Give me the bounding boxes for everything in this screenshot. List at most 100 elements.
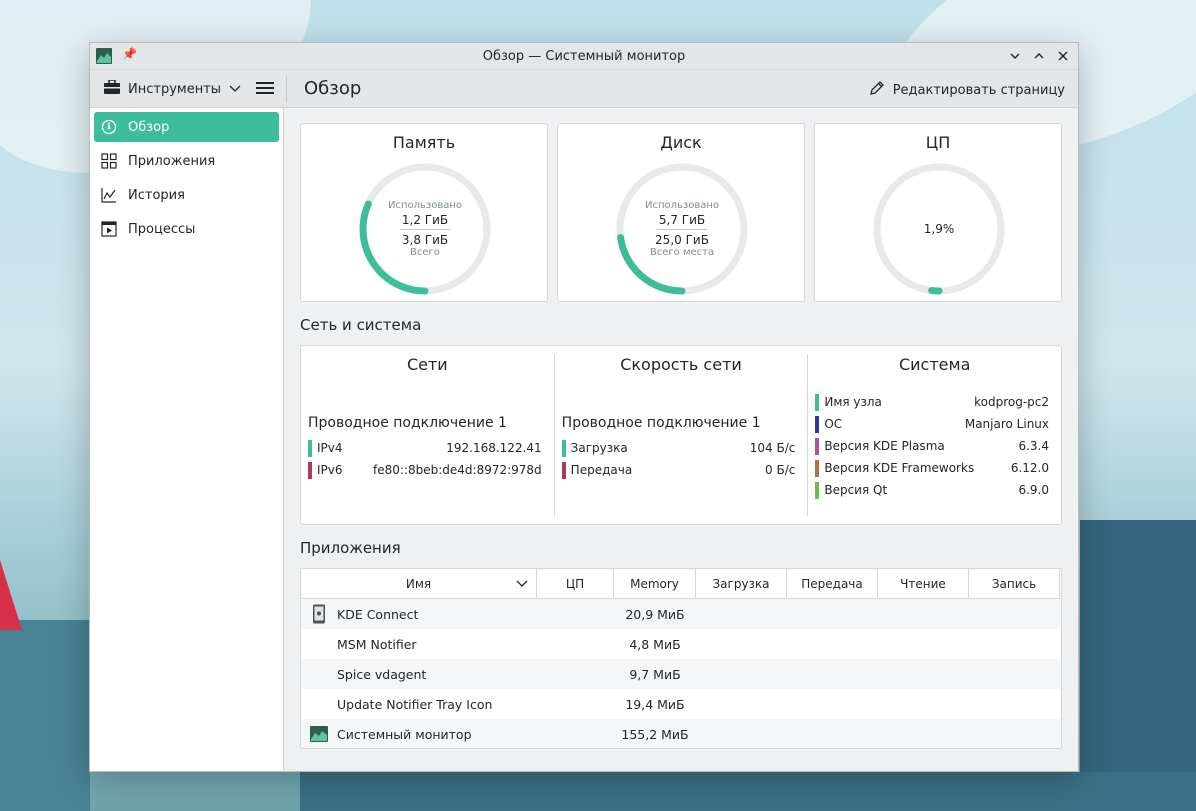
- table-row[interactable]: MSM Notifier 4,8 МиБ: [301, 629, 1061, 659]
- networks-column: Сети Проводное подключение 1 IPv4 192.16…: [301, 346, 554, 524]
- color-swatch: [308, 461, 312, 479]
- toolbar-separator: [286, 76, 287, 102]
- sidebar-item-label: Приложения: [128, 153, 216, 169]
- column-header-label: Чтение: [900, 576, 946, 591]
- color-swatch: [815, 459, 820, 477]
- color-swatch: [815, 437, 820, 455]
- table-row[interactable]: Spice vdagent 9,7 МиБ: [301, 659, 1061, 689]
- window-title: Обзор — Системный монитор: [482, 48, 686, 64]
- frameworks-version-row: Версия KDE Frameworks 6.12.0: [815, 457, 1049, 479]
- hostname-label: Имя узла: [824, 395, 882, 409]
- edit-page-label: Редактировать страницу: [892, 82, 1065, 98]
- maximize-button[interactable]: [1030, 46, 1048, 66]
- disk-total-label: Всего места: [649, 247, 715, 258]
- sidebar-item-history[interactable]: История: [94, 180, 279, 210]
- toolbox-icon: [104, 79, 120, 98]
- color-swatch: [561, 439, 566, 457]
- ipv4-row: IPv4 192.168.122.41: [308, 437, 542, 459]
- tools-menu-button[interactable]: Инструменты: [104, 78, 241, 100]
- network-system-panel: Сети Проводное подключение 1 IPv4 192.16…: [300, 345, 1062, 525]
- hostname-row: Имя узла kodprog-pc2: [815, 391, 1049, 413]
- column-header-label: Запись: [991, 576, 1037, 591]
- app-name: MSM Notifier: [337, 636, 417, 652]
- sidebar-item-processes[interactable]: Процессы: [94, 214, 279, 244]
- memory-card: Память Использовано 1,2 ГиБ 3,8 ГиБ Всег…: [300, 123, 548, 302]
- app-name: Update Notifier Tray Icon: [337, 696, 493, 712]
- color-swatch: [561, 461, 566, 479]
- sidebar-item-label: Процессы: [128, 221, 196, 237]
- os-label: ОС: [824, 417, 843, 431]
- upload-value: 0 Б/с: [765, 463, 796, 477]
- disk-used-value: 5,7 ГиБ: [656, 213, 708, 230]
- column-header-cpu[interactable]: ЦП: [537, 569, 614, 598]
- download-label: Загрузка: [570, 441, 628, 455]
- close-button[interactable]: [1054, 46, 1072, 66]
- toolbar: Инструменты Обзор Редактировать страницу: [90, 70, 1078, 108]
- applications-table: Имя ЦП Memory Загрузка Передача Чтение З…: [300, 568, 1062, 749]
- apps-section-title: Приложения: [300, 539, 401, 557]
- process-icon: [100, 220, 118, 238]
- tools-menu-label: Инструменты: [128, 81, 222, 97]
- plasma-version-row: Версия KDE Plasma 6.3.4: [815, 435, 1049, 457]
- column-header-label: Загрузка: [712, 576, 770, 591]
- column-header-download[interactable]: Загрузка: [696, 569, 787, 598]
- os-row: ОС Manjaro Linux: [815, 413, 1049, 435]
- download-value: 104 Б/с: [749, 441, 796, 455]
- ipv6-label: IPv6: [317, 463, 343, 477]
- os-value: Manjaro Linux: [964, 417, 1050, 431]
- networks-title: Сети: [406, 355, 448, 374]
- chart-icon: [100, 186, 118, 204]
- sidebar-item-label: Обзор: [128, 119, 170, 135]
- memory-card-title: Память: [392, 133, 456, 152]
- pencil-icon: [869, 80, 885, 100]
- frameworks-version-value: 6.12.0: [1010, 461, 1050, 475]
- network-speed-column: Скорость сети Проводное подключение 1 За…: [553, 354, 808, 516]
- ipv4-label: IPv4: [317, 441, 343, 455]
- hamburger-menu-icon[interactable]: [256, 80, 274, 96]
- app-memory: 9,7 МиБ: [629, 666, 681, 682]
- column-header-memory[interactable]: Memory: [614, 569, 696, 598]
- minimize-button[interactable]: [1006, 46, 1024, 66]
- app-memory: 19,4 МиБ: [625, 696, 685, 712]
- titlebar: 📌 Обзор — Системный монитор: [90, 43, 1078, 70]
- app-memory: 20,9 МиБ: [625, 606, 685, 622]
- networks-connection-name: Проводное подключение 1: [308, 415, 507, 431]
- app-name: KDE Connect: [337, 606, 419, 622]
- disk-total-value: 25,0 ГиБ: [655, 233, 709, 247]
- phone-icon: [309, 604, 329, 624]
- table-row[interactable]: KDE Connect 20,9 МиБ: [301, 599, 1061, 629]
- memory-used-label: Использовано: [387, 200, 463, 211]
- sidebar: Обзор Приложения История Процессы: [90, 108, 284, 771]
- edit-page-button[interactable]: Редактировать страницу: [869, 80, 1065, 100]
- table-row[interactable]: Системный монитор 155,2 МиБ: [301, 719, 1061, 748]
- app-memory: 155,2 МиБ: [621, 726, 689, 742]
- hostname-value: kodprog-pc2: [974, 395, 1050, 409]
- ipv6-row: IPv6 fe80::8beb:de4d:8972:978d: [308, 459, 542, 481]
- column-header-read[interactable]: Чтение: [878, 569, 969, 598]
- table-row[interactable]: Update Notifier Tray Icon 19,4 МиБ: [301, 689, 1061, 719]
- pin-icon[interactable]: 📌: [122, 47, 137, 61]
- network-section-title: Сеть и система: [300, 316, 422, 334]
- ipv4-value: 192.168.122.41: [446, 441, 542, 455]
- cpu-card: ЦП 1,9%: [814, 123, 1062, 302]
- column-header-write[interactable]: Запись: [969, 569, 1060, 598]
- plasma-version-value: 6.3.4: [1018, 439, 1050, 453]
- page-title: Обзор: [304, 78, 362, 99]
- system-column: Система Имя узла kodprog-pc2 ОС Manjaro …: [807, 354, 1061, 516]
- column-header-upload[interactable]: Передача: [787, 569, 878, 598]
- memory-total-value: 3,8 ГиБ: [401, 233, 449, 247]
- disk-card-title: Диск: [660, 133, 702, 152]
- sidebar-item-applications[interactable]: Приложения: [94, 146, 279, 176]
- upload-row: Передача 0 Б/с: [561, 459, 796, 481]
- system-title: Система: [898, 355, 971, 374]
- sidebar-item-overview[interactable]: Обзор: [94, 112, 279, 142]
- column-header-name[interactable]: Имя: [301, 569, 537, 598]
- color-swatch: [308, 439, 312, 457]
- color-swatch: [815, 415, 820, 433]
- memory-used-value: 1,2 ГиБ: [399, 213, 451, 230]
- download-row: Загрузка 104 Б/с: [561, 437, 796, 459]
- color-swatch: [815, 481, 820, 499]
- qt-version-label: Версия Qt: [824, 483, 888, 497]
- upload-label: Передача: [570, 463, 633, 477]
- app-memory: 4,8 МиБ: [629, 636, 681, 652]
